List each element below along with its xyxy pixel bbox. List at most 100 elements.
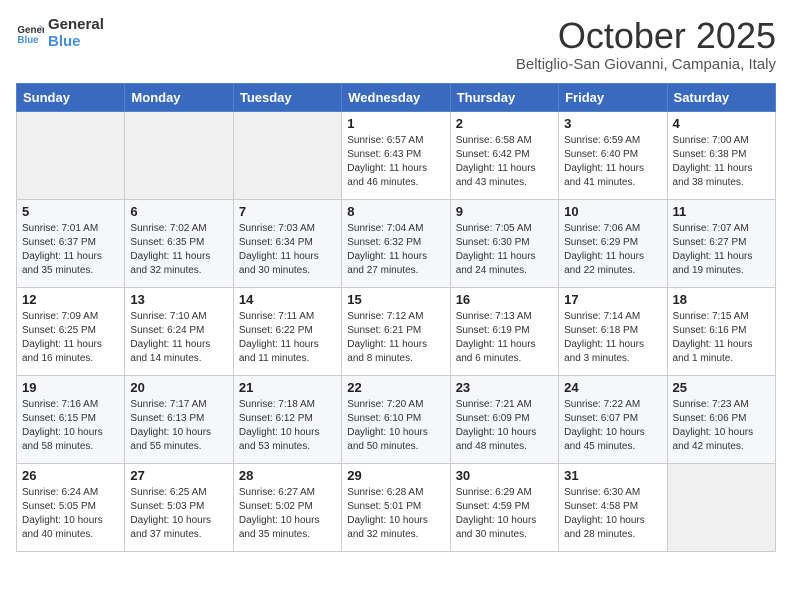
header-thursday: Thursday	[450, 83, 558, 111]
svg-text:Blue: Blue	[17, 35, 39, 46]
day-number: 29	[347, 468, 444, 483]
day-info: Sunrise: 7:16 AMSunset: 6:15 PMDaylight:…	[22, 398, 119, 454]
day-number: 13	[130, 292, 227, 307]
day-number: 4	[673, 116, 770, 131]
day-number: 5	[22, 204, 119, 219]
day-number: 23	[456, 380, 553, 395]
day-number: 17	[564, 292, 661, 307]
calendar-cell: 4 Sunrise: 7:00 AMSunset: 6:38 PMDaylight…	[667, 111, 775, 199]
day-info: Sunrise: 7:00 AMSunset: 6:38 PMDaylight:…	[673, 134, 770, 190]
day-info: Sunrise: 6:59 AMSunset: 6:40 PMDaylight:…	[564, 134, 661, 190]
calendar-cell: 10 Sunrise: 7:06 AMSunset: 6:29 PMDayligh…	[559, 199, 667, 287]
day-number: 1	[347, 116, 444, 131]
day-info: Sunrise: 6:27 AMSunset: 5:02 PMDaylight:…	[239, 486, 336, 542]
day-info: Sunrise: 7:22 AMSunset: 6:07 PMDaylight:…	[564, 398, 661, 454]
calendar-cell: 22Sunrise: 7:20 AMSunset: 6:10 PMDayligh…	[342, 375, 450, 463]
day-info: Sunrise: 7:15 AMSunset: 6:16 PMDaylight:…	[673, 310, 770, 366]
calendar-cell: 20Sunrise: 7:17 AMSunset: 6:13 PMDayligh…	[125, 375, 233, 463]
day-info: Sunrise: 6:28 AMSunset: 5:01 PMDaylight:…	[347, 486, 444, 542]
day-info: Sunrise: 7:18 AMSunset: 6:12 PMDaylight:…	[239, 398, 336, 454]
day-number: 6	[130, 204, 227, 219]
calendar-cell: 3 Sunrise: 6:59 AMSunset: 6:40 PMDaylight…	[559, 111, 667, 199]
calendar-cell: 1Sunrise: 6:57 AMSunset: 6:43 PMDaylight…	[342, 111, 450, 199]
calendar-cell: 8Sunrise: 7:04 AMSunset: 6:32 PMDaylight…	[342, 199, 450, 287]
calendar-week-row: 12Sunrise: 7:09 AMSunset: 6:25 PMDayligh…	[17, 287, 776, 375]
day-info: Sunrise: 7:04 AMSunset: 6:32 PMDaylight:…	[347, 222, 444, 278]
logo-blue: Blue	[48, 33, 104, 50]
calendar-cell: 13 Sunrise: 7:10 AMSunset: 6:24 PMDayligh…	[125, 287, 233, 375]
day-info: Sunrise: 6:30 AMSunset: 4:58 PMDaylight:…	[564, 486, 661, 542]
calendar-cell: 26 Sunrise: 6:24 AMSunset: 5:05 PMDayligh…	[17, 463, 125, 551]
calendar-cell: 5 Sunrise: 7:01 AMSunset: 6:37 PMDaylight…	[17, 199, 125, 287]
calendar-cell: 18 Sunrise: 7:15 AMSunset: 6:16 PMDayligh…	[667, 287, 775, 375]
day-number: 21	[239, 380, 336, 395]
day-info: Sunrise: 7:09 AMSunset: 6:25 PMDaylight:…	[22, 310, 119, 366]
day-number: 14	[239, 292, 336, 307]
calendar-subtitle: Beltiglio-San Giovanni, Campania, Italy	[516, 56, 776, 73]
calendar-cell	[17, 111, 125, 199]
header-saturday: Saturday	[667, 83, 775, 111]
calendar-cell: 16 Sunrise: 7:13 AMSunset: 6:19 PMDayligh…	[450, 287, 558, 375]
calendar-week-row: 19 Sunrise: 7:16 AMSunset: 6:15 PMDayligh…	[17, 375, 776, 463]
logo: General Blue General Blue	[16, 16, 104, 50]
day-number: 27	[130, 468, 227, 483]
day-number: 26	[22, 468, 119, 483]
day-info: Sunrise: 7:13 AMSunset: 6:19 PMDaylight:…	[456, 310, 553, 366]
calendar-table: SundayMondayTuesdayWednesdayThursdayFrid…	[16, 83, 776, 552]
calendar-cell: 7 Sunrise: 7:03 AMSunset: 6:34 PMDaylight…	[233, 199, 341, 287]
day-number: 9	[456, 204, 553, 219]
day-info: Sunrise: 6:58 AMSunset: 6:42 PMDaylight:…	[456, 134, 553, 190]
day-number: 10	[564, 204, 661, 219]
day-info: Sunrise: 7:01 AMSunset: 6:37 PMDaylight:…	[22, 222, 119, 278]
calendar-week-row: 5 Sunrise: 7:01 AMSunset: 6:37 PMDaylight…	[17, 199, 776, 287]
day-number: 7	[239, 204, 336, 219]
day-info: Sunrise: 7:21 AMSunset: 6:09 PMDaylight:…	[456, 398, 553, 454]
day-number: 25	[673, 380, 770, 395]
day-info: Sunrise: 7:12 AMSunset: 6:21 PMDaylight:…	[347, 310, 444, 366]
calendar-cell	[233, 111, 341, 199]
day-number: 2	[456, 116, 553, 131]
calendar-cell: 21 Sunrise: 7:18 AMSunset: 6:12 PMDayligh…	[233, 375, 341, 463]
calendar-header-row: SundayMondayTuesdayWednesdayThursdayFrid…	[17, 83, 776, 111]
day-info: Sunrise: 7:02 AMSunset: 6:35 PMDaylight:…	[130, 222, 227, 278]
day-info: Sunrise: 6:25 AMSunset: 5:03 PMDaylight:…	[130, 486, 227, 542]
day-number: 30	[456, 468, 553, 483]
day-info: Sunrise: 7:11 AMSunset: 6:22 PMDaylight:…	[239, 310, 336, 366]
day-info: Sunrise: 7:14 AMSunset: 6:18 PMDaylight:…	[564, 310, 661, 366]
page-header: General Blue General Blue October 2025 B…	[16, 16, 776, 73]
header-sunday: Sunday	[17, 83, 125, 111]
day-number: 19	[22, 380, 119, 395]
day-info: Sunrise: 7:10 AMSunset: 6:24 PMDaylight:…	[130, 310, 227, 366]
header-monday: Monday	[125, 83, 233, 111]
calendar-cell: 28Sunrise: 6:27 AMSunset: 5:02 PMDayligh…	[233, 463, 341, 551]
day-info: Sunrise: 6:29 AMSunset: 4:59 PMDaylight:…	[456, 486, 553, 542]
calendar-cell: 14 Sunrise: 7:11 AMSunset: 6:22 PMDayligh…	[233, 287, 341, 375]
calendar-cell	[667, 463, 775, 551]
calendar-cell: 11 Sunrise: 7:07 AMSunset: 6:27 PMDayligh…	[667, 199, 775, 287]
calendar-cell: 24 Sunrise: 7:22 AMSunset: 6:07 PMDayligh…	[559, 375, 667, 463]
calendar-week-row: 1Sunrise: 6:57 AMSunset: 6:43 PMDaylight…	[17, 111, 776, 199]
day-info: Sunrise: 6:24 AMSunset: 5:05 PMDaylight:…	[22, 486, 119, 542]
day-number: 11	[673, 204, 770, 219]
calendar-week-row: 26 Sunrise: 6:24 AMSunset: 5:05 PMDayligh…	[17, 463, 776, 551]
day-number: 15	[347, 292, 444, 307]
logo-general: General	[48, 16, 104, 33]
calendar-cell: 27 Sunrise: 6:25 AMSunset: 5:03 PMDayligh…	[125, 463, 233, 551]
day-number: 24	[564, 380, 661, 395]
logo-icon: General Blue	[16, 19, 44, 47]
day-info: Sunrise: 7:07 AMSunset: 6:27 PMDaylight:…	[673, 222, 770, 278]
header-friday: Friday	[559, 83, 667, 111]
calendar-cell: 17 Sunrise: 7:14 AMSunset: 6:18 PMDayligh…	[559, 287, 667, 375]
day-number: 18	[673, 292, 770, 307]
day-info: Sunrise: 7:03 AMSunset: 6:34 PMDaylight:…	[239, 222, 336, 278]
calendar-cell: 9Sunrise: 7:05 AMSunset: 6:30 PMDaylight…	[450, 199, 558, 287]
calendar-cell: 29 Sunrise: 6:28 AMSunset: 5:01 PMDayligh…	[342, 463, 450, 551]
calendar-cell: 31Sunrise: 6:30 AMSunset: 4:58 PMDayligh…	[559, 463, 667, 551]
day-number: 3	[564, 116, 661, 131]
calendar-cell: 15 Sunrise: 7:12 AMSunset: 6:21 PMDayligh…	[342, 287, 450, 375]
calendar-cell: 6 Sunrise: 7:02 AMSunset: 6:35 PMDaylight…	[125, 199, 233, 287]
day-number: 16	[456, 292, 553, 307]
calendar-cell: 2 Sunrise: 6:58 AMSunset: 6:42 PMDaylight…	[450, 111, 558, 199]
day-info: Sunrise: 7:06 AMSunset: 6:29 PMDaylight:…	[564, 222, 661, 278]
day-info: Sunrise: 7:17 AMSunset: 6:13 PMDaylight:…	[130, 398, 227, 454]
